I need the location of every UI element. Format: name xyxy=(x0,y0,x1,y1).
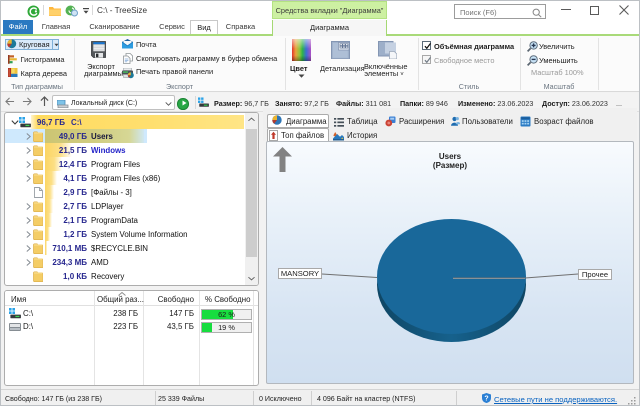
svg-text:?: ? xyxy=(484,396,488,403)
